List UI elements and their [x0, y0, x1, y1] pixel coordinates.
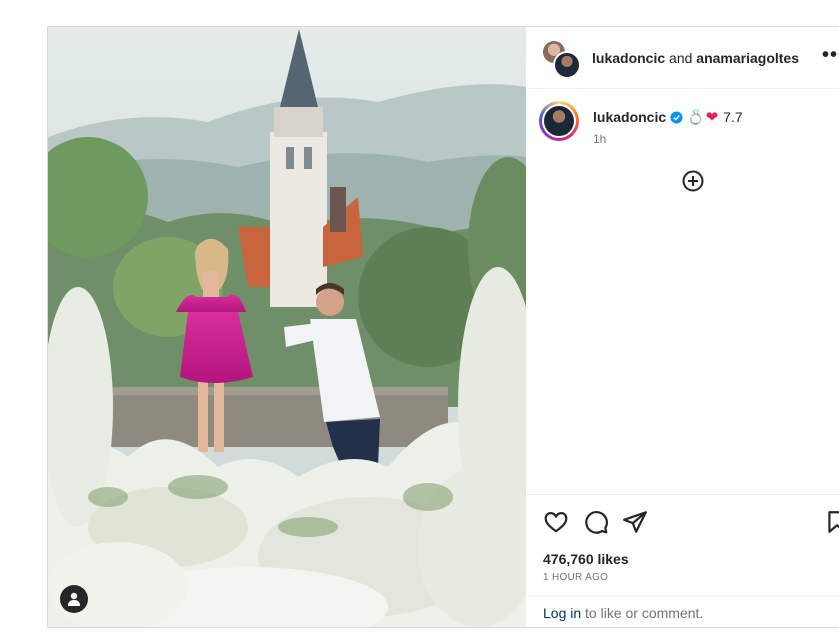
caption-username[interactable]: lukadoncic	[593, 109, 666, 125]
save-icon[interactable]	[824, 509, 839, 535]
post-timestamp[interactable]: 1 HOUR AGO	[543, 572, 608, 583]
caption-time[interactable]: 1h	[593, 132, 606, 146]
ring-emoji: 💍	[687, 108, 705, 125]
like-icon[interactable]	[543, 509, 569, 535]
login-prompt-text: to like or comment.	[585, 605, 704, 621]
instagram-post: lukadoncic and anamariagoltes ••• lukado…	[47, 26, 839, 628]
like-count[interactable]: 476,760 likes	[543, 551, 629, 567]
collab-authors: lukadoncic and anamariagoltes	[592, 50, 799, 66]
verified-icon	[670, 110, 683, 124]
collab-avatars[interactable]	[543, 41, 581, 79]
post-actions: 476,760 likes 1 HOUR AGO Log in to like …	[527, 494, 839, 628]
proposal-photo	[48, 27, 526, 627]
tag-user-icon	[68, 592, 80, 606]
story-ring-avatar[interactable]	[539, 101, 579, 141]
avatar	[544, 106, 574, 136]
add-icon[interactable]	[682, 170, 704, 192]
caption-line: lukadoncic 💍 ❤ 7.7	[593, 108, 743, 127]
more-icon[interactable]: •••	[822, 45, 839, 65]
login-prompt: Log in to like or comment.	[527, 596, 839, 629]
avatar-lukadoncic[interactable]	[553, 51, 581, 79]
share-icon[interactable]	[622, 509, 648, 535]
author-link-1[interactable]: lukadoncic	[592, 50, 665, 66]
author-conjunction: and	[669, 50, 693, 66]
post-side-panel: lukadoncic and anamariagoltes ••• lukado…	[527, 27, 839, 627]
caption-text: 7.7	[723, 109, 743, 125]
author-link-2[interactable]: anamariagoltes	[696, 50, 799, 66]
comment-icon[interactable]	[583, 509, 609, 535]
login-link[interactable]: Log in	[543, 605, 581, 621]
caption: lukadoncic 💍 ❤ 7.7 1h	[527, 89, 839, 159]
heart-emoji: ❤	[705, 109, 719, 126]
post-header: lukadoncic and anamariagoltes •••	[527, 27, 839, 89]
post-photo[interactable]	[48, 27, 526, 627]
tag-user-button[interactable]	[60, 585, 88, 613]
